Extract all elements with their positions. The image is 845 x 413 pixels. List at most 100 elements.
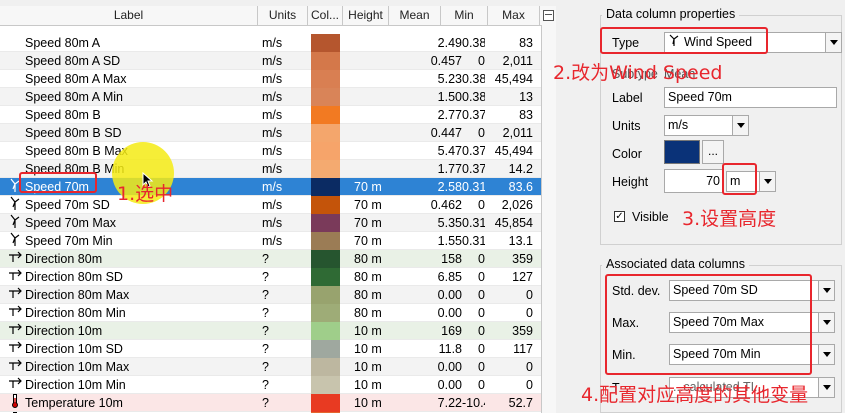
row-min: 0.31 [462,234,485,248]
ti-dropdown-button[interactable] [818,378,834,397]
row-label: Direction 80m SD [25,270,123,284]
header-color[interactable]: Col... [308,6,343,25]
row-mean: 11.8 [438,342,462,356]
row-label: Speed 80m A Min [25,90,123,104]
grid-header: Label Units Col... Height Mean Min Max [0,6,556,26]
row-color-swatch [311,394,340,412]
table-row[interactable]: Direction 10m Max? 10 m 0.00 0 0 [0,358,541,376]
row-max: 0 [526,378,533,392]
table-row[interactable]: Direction 80m Min? 80 m 0.00 0 0 [0,304,541,322]
height-input[interactable]: 70 [664,169,724,193]
row-color-swatch [311,178,340,196]
row-min: -10.4 [462,396,485,410]
header-label[interactable]: Label [0,6,258,25]
max-select[interactable]: Speed 70m Max [669,312,835,333]
row-color-swatch [311,250,340,268]
row-mean: 0.462 [430,198,462,212]
label-input[interactable]: Speed 70m [664,87,837,108]
table-row[interactable]: Direction 80m? 80 m 158 0 359 [0,250,541,268]
wind-speed-icon [6,178,24,195]
row-label: Direction 80m Min [25,306,126,320]
row-mean: 158 [441,252,462,266]
row-label: Speed 80m A [25,36,101,50]
row-min: 0 [478,324,485,338]
table-row[interactable]: Speed 80m B Max m/s 5.47 0.37 45,494 [0,142,541,160]
stddev-select[interactable]: Speed 70m SD [669,280,835,301]
row-label: Speed 80m B SD [25,126,122,140]
row-mean: 6.85 [437,270,462,284]
row-height: 80 m [354,306,382,320]
header-mean[interactable]: Mean [389,6,441,25]
table-row[interactable]: Direction 10m SD? 10 m 11.8 0 117 [0,340,541,358]
row-mean: 5.35 [437,216,462,230]
row-min: 0.37 [462,144,485,158]
annotation-select: 1.选中 [117,183,174,205]
table-row[interactable]: Speed 70m SD m/s 70 m 0.462 0 2,026 [0,196,541,214]
wind-direction-icon [6,286,24,303]
height-unit-select[interactable]: m [726,171,776,192]
row-icon-empty [6,88,24,105]
annotation-height: 3.设置高度 [682,208,777,230]
wind-direction-icon [6,376,24,393]
table-row[interactable]: Speed 70m m/s 70 m 2.58 0.31 83.6 [0,178,541,196]
units-select[interactable]: m/s [664,115,749,136]
row-color-swatch [311,88,340,106]
row-min: 0 [478,252,485,266]
header-max[interactable]: Max [488,6,540,25]
height-unit-dropdown-button[interactable] [759,172,775,191]
table-row[interactable]: Direction 80m Max? 80 m 0.00 0 0 [0,286,541,304]
table-row[interactable]: Speed 80m A SD m/s 0.457 0 2,011 [0,52,541,70]
data-columns-grid: Label Units Col... Height Mean Min Max S… [0,6,556,413]
label-label: Label [612,91,643,105]
table-row[interactable]: Speed 70m Min m/s 70 m 1.55 0.31 13.1 [0,232,541,250]
row-height [344,160,400,177]
type-select[interactable]: Wind Speed [664,32,842,53]
table-row[interactable]: Temperature 10m?10 m7.22-10.452.7 [0,394,541,412]
units-dropdown-button[interactable] [732,116,748,135]
row-color-swatch [311,196,340,214]
table-row[interactable]: Speed 70m Max m/s 70 m 5.35 0.31 45,854 [0,214,541,232]
row-color-swatch [311,70,340,88]
min-dropdown-button[interactable] [818,345,834,364]
column-chooser-button[interactable] [540,6,556,25]
row-max: 45,854 [494,216,533,230]
min-label: Min. [612,348,636,362]
table-row[interactable]: Speed 80m A Max m/s 5.23 0.38 45,494 [0,70,541,88]
row-label: Speed 70m Min [25,234,113,248]
row-height: 70 m [354,234,382,248]
row-max: 13 [519,90,533,104]
header-height[interactable]: Height [343,6,389,25]
stddev-dropdown-button[interactable] [818,281,834,300]
row-icon-empty [6,160,24,177]
table-row[interactable]: Direction 10m Min? 10 m 0.00 0 0 [0,376,541,394]
table-row[interactable]: Speed 80m B SD m/s 0.447 0 2,011 [0,124,541,142]
header-min[interactable]: Min [441,6,488,25]
color-swatch[interactable] [664,140,700,164]
visible-checkbox[interactable]: ✓ [614,211,625,222]
min-select[interactable]: Speed 70m Min [669,344,835,365]
row-height: 70 m [354,216,382,230]
row-mean: 0.00 [437,360,462,374]
color-picker-button[interactable]: ... [702,140,724,164]
table-row[interactable]: Direction 80m SD? 80 m 6.85 0 127 [0,268,541,286]
row-mean: 1.55 [437,234,462,248]
row-label: Direction 10m Max [25,360,130,374]
max-dropdown-button[interactable] [818,313,834,332]
row-height: 10 m [354,378,382,392]
row-height [344,124,400,141]
row-mean: 0.00 [437,288,462,302]
row-label: Speed 70m Max [25,216,117,230]
table-row[interactable]: Speed 80m A Min m/s 1.50 0.38 13 [0,88,541,106]
row-icon-empty [6,70,24,87]
row-mean: 0.00 [437,378,462,392]
row-min: 0 [478,360,485,374]
type-dropdown-button[interactable] [825,33,841,52]
max-value: Speed 70m Max [673,315,765,329]
table-row[interactable]: Speed 80m Bm/s 2.77 0.37 83 [0,106,541,124]
row-min: 0.38 [462,90,485,104]
table-row[interactable]: Speed 80m Am/s 2.49 0.38 83 [0,34,541,52]
table-row[interactable]: Direction 10m? 10 m 169 0 359 [0,322,541,340]
table-row[interactable]: Speed 80m B Min m/s 1.77 0.37 14.2 [0,160,541,178]
row-icon-empty [6,106,24,123]
header-units[interactable]: Units [258,6,308,25]
